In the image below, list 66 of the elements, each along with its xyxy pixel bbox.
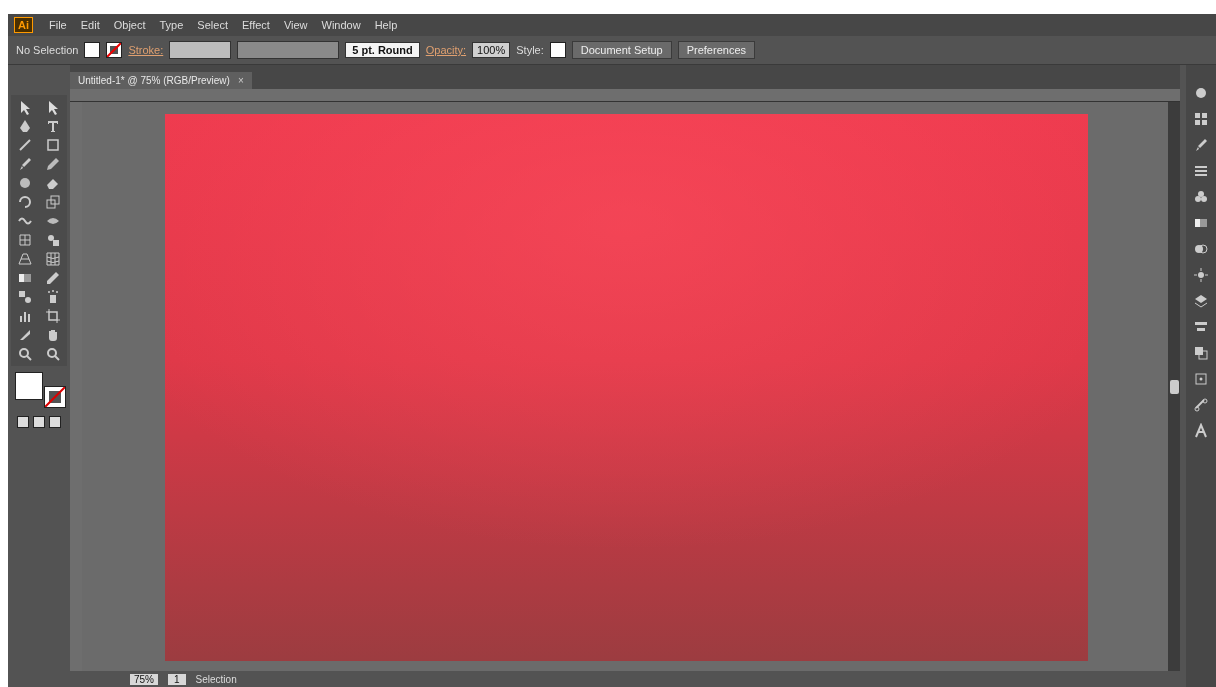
variable-width-dropdown[interactable]	[237, 41, 340, 59]
grid-icon[interactable]	[17, 232, 33, 248]
blend-icon[interactable]	[17, 289, 33, 305]
close-button[interactable]: ×	[237, 75, 244, 86]
mesh-icon[interactable]	[45, 251, 61, 267]
selection-label: No Selection	[16, 44, 79, 56]
menu-item[interactable]: Effect	[235, 17, 276, 33]
brush-icon[interactable]	[17, 156, 33, 172]
artboard-icon[interactable]	[45, 308, 61, 324]
swatches-icon[interactable]	[1193, 111, 1209, 127]
shapes-icon[interactable]	[45, 232, 61, 248]
status-text: Selection	[195, 673, 237, 685]
menu-item[interactable]: Type	[153, 17, 190, 33]
menu-item[interactable]: Help	[368, 17, 404, 33]
pencil-icon[interactable]	[45, 156, 61, 172]
stroke-swatch[interactable]	[44, 386, 66, 408]
menu-item[interactable]: Edit	[74, 17, 106, 33]
zoom-field[interactable]: 75%	[130, 673, 158, 685]
menu-item[interactable]: Object	[107, 17, 152, 33]
scrollbar[interactable]	[1168, 102, 1180, 671]
blob-icon[interactable]	[17, 175, 33, 191]
style-swatch[interactable]	[549, 42, 566, 58]
perspective-grid-icon[interactable]	[17, 251, 33, 267]
opacity-field[interactable]: 100%	[472, 42, 511, 58]
menu-item[interactable]: Select	[191, 17, 234, 33]
line-icon[interactable]	[17, 137, 33, 153]
menu-item[interactable]: Window	[315, 17, 367, 33]
layers-icon[interactable]	[1193, 293, 1209, 309]
pathfinder-icon[interactable]	[1193, 345, 1209, 361]
transform-icon[interactable]	[1193, 371, 1209, 387]
brush-dropdown[interactable]: 5 pt. Round	[345, 42, 420, 58]
spray-icon[interactable]	[45, 289, 61, 305]
fill-swatch[interactable]	[84, 42, 101, 58]
opacity-label[interactable]: Opacity:	[425, 44, 467, 56]
app-logo: Ai	[14, 17, 33, 33]
transparency-icon[interactable]	[1193, 241, 1209, 257]
square-icon[interactable]	[45, 137, 61, 153]
stroke-swatch[interactable]	[106, 42, 123, 58]
artboard-number-field[interactable]: 1	[168, 673, 186, 685]
scale-icon[interactable]	[45, 194, 61, 210]
color-icon[interactable]	[1193, 85, 1209, 101]
club-icon[interactable]	[1193, 189, 1209, 205]
lines-icon[interactable]	[1193, 163, 1209, 179]
gradient-mode-button[interactable]	[33, 416, 45, 428]
search-icon[interactable]	[17, 346, 33, 362]
brushes-icon[interactable]	[1193, 137, 1209, 153]
character-icon[interactable]	[1193, 423, 1209, 439]
document-tab[interactable]: Untitled-1* @ 75% (RGB/Preview) ×	[70, 72, 252, 89]
link-icon[interactable]	[1193, 397, 1209, 413]
rotate-icon[interactable]	[17, 194, 33, 210]
fill-swatch[interactable]	[15, 372, 43, 400]
color-mode-button[interactable]	[17, 416, 29, 428]
none-mode-button[interactable]	[49, 416, 61, 428]
stroke-weight-dropdown[interactable]	[169, 41, 232, 59]
style-label: Style:	[516, 44, 544, 56]
sun-icon[interactable]	[1193, 267, 1209, 283]
pen-icon[interactable]	[17, 118, 33, 134]
menu-item[interactable]: View	[277, 17, 314, 33]
eyedropper-icon[interactable]	[45, 270, 61, 286]
stroke-label[interactable]: Stroke:	[128, 44, 164, 56]
toolbar-button[interactable]: Preferences	[677, 41, 755, 59]
search-icon[interactable]	[45, 346, 61, 362]
tab-title: Untitled-1* @ 75% (RGB/Preview)	[78, 75, 230, 86]
menu-item[interactable]: File	[43, 17, 73, 33]
text-icon[interactable]	[45, 118, 61, 134]
toolbar-button[interactable]: Document Setup	[571, 41, 672, 59]
